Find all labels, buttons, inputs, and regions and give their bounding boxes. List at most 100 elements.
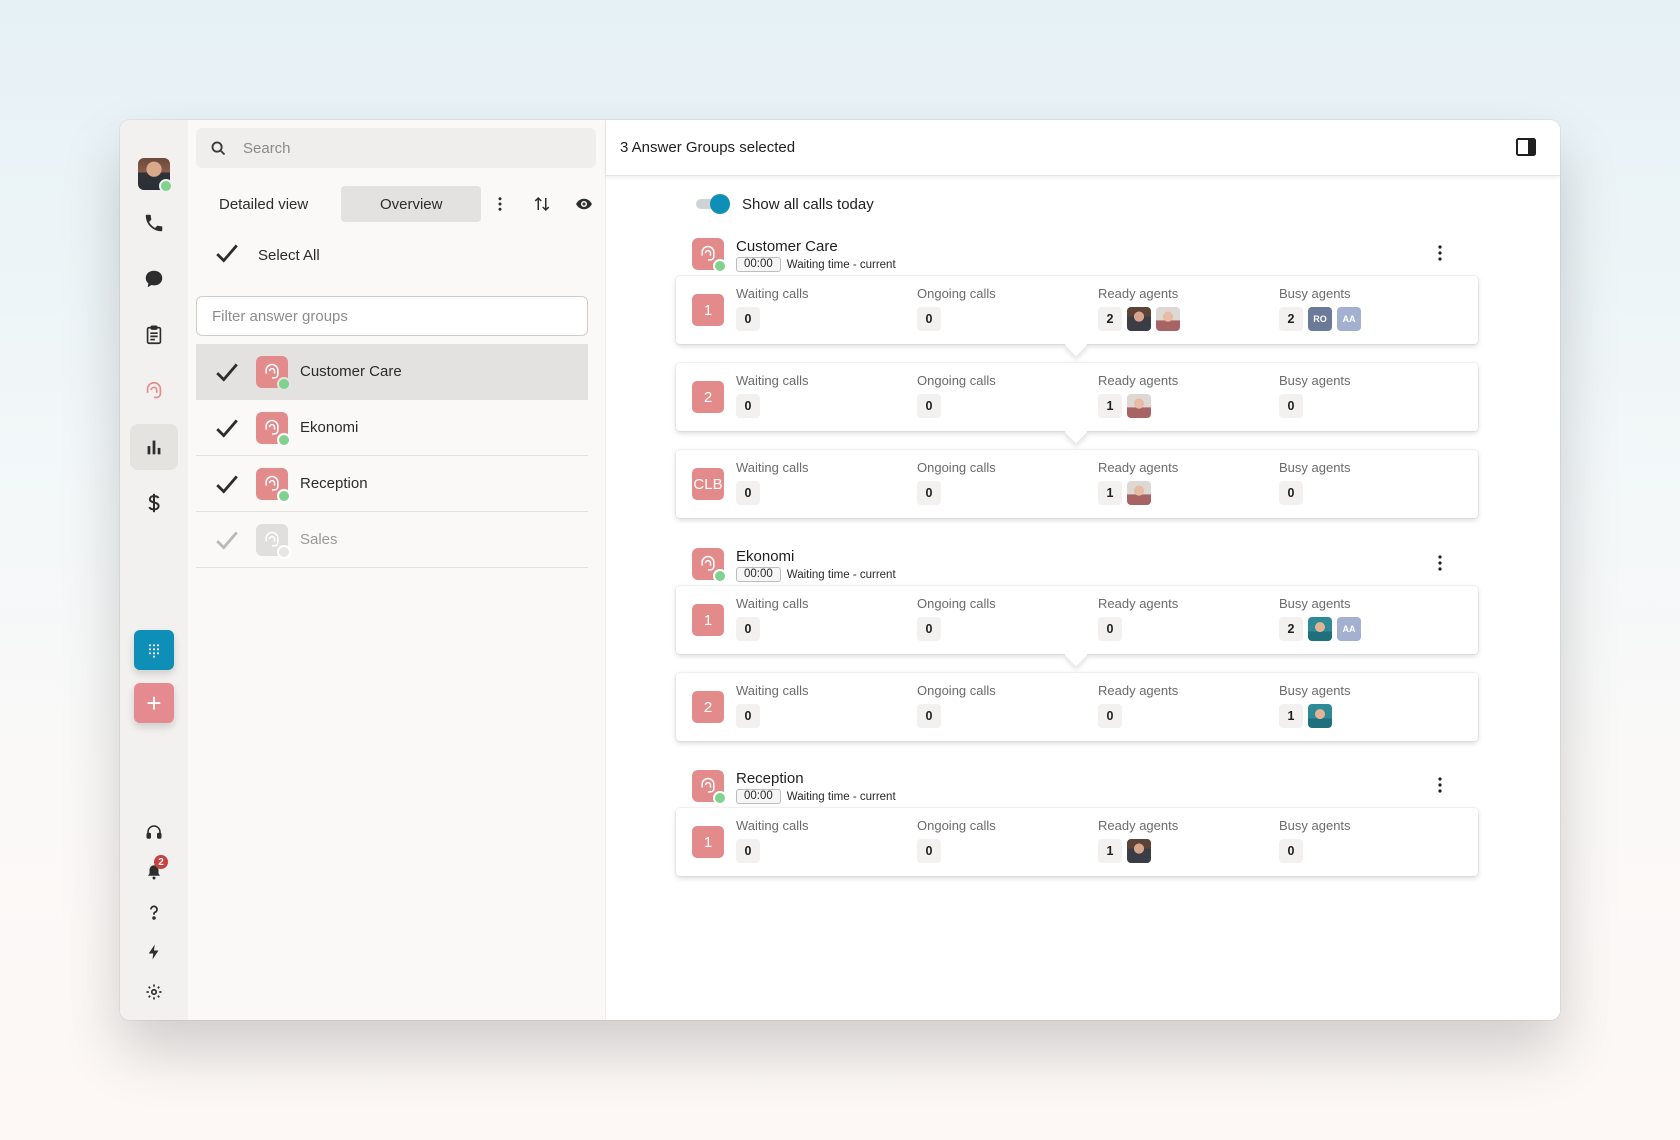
queue-level-card[interactable]: 2 Waiting calls 0 Ongoing calls 0 Ready ag…: [676, 673, 1478, 741]
ready-agents-stat: Ready agents 0: [1098, 596, 1178, 641]
ongoing-calls-stat: Ongoing calls 0: [917, 373, 996, 418]
answer-group-ekonomi: Ekonomi 00:00 Waiting time - current 1 Wa…: [676, 540, 1478, 760]
search-icon: [211, 141, 226, 155]
more-options-icon[interactable]: [1432, 244, 1448, 262]
dollar-icon[interactable]: [130, 480, 178, 526]
tab-overview[interactable]: Overview: [341, 186, 482, 222]
agent-avatar[interactable]: [1127, 839, 1151, 863]
answer-group-icon: [256, 467, 291, 503]
notification-badge: 2: [154, 855, 168, 869]
agent-avatar[interactable]: [1308, 704, 1332, 728]
stat-value: 2: [1279, 617, 1303, 641]
waiting-time-label: Waiting time - current: [786, 568, 896, 581]
stat-value: 1: [1098, 839, 1122, 863]
agent-avatar[interactable]: RO: [1308, 307, 1332, 331]
headset-icon[interactable]: [142, 820, 166, 844]
dialpad-button[interactable]: [134, 630, 174, 670]
toggle-label: Show all calls today: [742, 195, 874, 213]
busy-agents-stat: Busy agents 0: [1279, 373, 1351, 418]
queue-level-card[interactable]: CLB Waiting calls 0 Ongoing calls 0 Ready …: [676, 450, 1478, 518]
more-options-icon[interactable]: [490, 194, 510, 214]
ongoing-calls-stat: Ongoing calls 0: [917, 460, 996, 505]
search-placeholder: Search: [243, 139, 291, 157]
waiting-calls-stat: Waiting calls 0: [736, 818, 808, 863]
checkmark-icon[interactable]: [214, 359, 240, 385]
busy-agents-stat: Busy agents 2 AA: [1279, 596, 1361, 641]
stat-label: Waiting calls: [736, 818, 809, 833]
checkmark-icon[interactable]: [214, 415, 240, 441]
agent-avatar[interactable]: [1308, 617, 1332, 641]
list-item-reception[interactable]: Reception: [196, 456, 588, 512]
ready-agents-stat: Ready agents 2: [1098, 286, 1180, 331]
agent-avatar[interactable]: AA: [1337, 307, 1361, 331]
chat-icon[interactable]: [130, 256, 178, 302]
queue-level-card[interactable]: 1 Waiting calls 0 Ongoing calls 0 Ready ag…: [676, 808, 1478, 876]
stat-label: Ready agents: [1098, 373, 1179, 388]
toggle-panel-icon[interactable]: [1516, 138, 1536, 156]
chart-icon[interactable]: [130, 424, 178, 470]
answer-group-customer-care: Customer Care 00:00 Waiting time - curren…: [676, 230, 1478, 537]
stat-label: Waiting calls: [736, 373, 809, 388]
more-options-icon[interactable]: [1432, 776, 1448, 794]
agent-avatar[interactable]: [1127, 481, 1151, 505]
waiting-time-value: 00:00: [736, 257, 781, 272]
agent-avatar[interactable]: [1127, 307, 1151, 331]
agent-avatar[interactable]: [1156, 307, 1180, 331]
gear-icon[interactable]: [142, 980, 166, 1004]
answer-group-icon: [256, 523, 291, 559]
stat-value: 0: [1098, 704, 1122, 728]
lightning-icon[interactable]: [142, 940, 166, 964]
stat-value: 0: [917, 307, 941, 331]
list-item-sales[interactable]: Sales: [196, 512, 588, 568]
answer-group-icon[interactable]: [130, 368, 178, 414]
clipboard-icon[interactable]: [130, 312, 178, 358]
stat-label: Busy agents: [1279, 460, 1351, 475]
level-label: CLB: [692, 468, 724, 500]
stat-value: 0: [917, 704, 941, 728]
checkmark-icon[interactable]: [214, 527, 240, 553]
waiting-time: 00:00 Waiting time - current: [736, 789, 896, 804]
queue-level-card[interactable]: 1 Waiting calls 0 Ongoing calls 0 Ready ag…: [676, 276, 1478, 344]
agent-avatar[interactable]: AA: [1337, 617, 1361, 641]
eye-icon[interactable]: [574, 194, 594, 214]
ongoing-calls-stat: Ongoing calls 0: [917, 818, 996, 863]
waiting-calls-stat: Waiting calls 0: [736, 286, 808, 331]
group-name: Ekonomi: [300, 419, 359, 436]
waiting-time-label: Waiting time - current: [786, 790, 896, 803]
answer-group-name: Reception: [736, 770, 804, 787]
app-window: + 2 Search Detailed view Overview Select…: [120, 120, 1560, 1020]
group-name: Reception: [300, 475, 368, 492]
agent-avatar[interactable]: [1127, 394, 1151, 418]
help-icon[interactable]: [142, 900, 166, 924]
queue-level-card[interactable]: 1 Waiting calls 0 Ongoing calls 0 Ready ag…: [676, 586, 1478, 654]
stat-value: 0: [1279, 394, 1303, 418]
queue-level-card[interactable]: 2 Waiting calls 0 Ongoing calls 0 Ready ag…: [676, 363, 1478, 431]
stat-label: Ready agents: [1098, 818, 1179, 833]
stat-value: 2: [1279, 307, 1303, 331]
stat-value: 0: [736, 704, 760, 728]
stat-value: 0: [736, 839, 760, 863]
select-all-label: Select All: [258, 246, 320, 264]
left-rail: + 2: [120, 120, 188, 1020]
list-item-ekonomi[interactable]: Ekonomi: [196, 400, 588, 456]
ready-agents-stat: Ready agents 1: [1098, 373, 1178, 418]
stat-value: 0: [917, 481, 941, 505]
checkmark-icon[interactable]: [214, 471, 240, 497]
add-button[interactable]: +: [134, 683, 174, 723]
stat-label: Busy agents: [1279, 818, 1351, 833]
user-avatar[interactable]: [138, 158, 173, 193]
sort-icon[interactable]: [532, 194, 552, 214]
page-title: 3 Answer Groups selected: [620, 139, 796, 156]
answer-group-icon: [692, 770, 727, 805]
stat-label: Ready agents: [1098, 596, 1179, 611]
show-all-calls-toggle[interactable]: [696, 194, 730, 214]
more-options-icon[interactable]: [1432, 554, 1448, 572]
search-input[interactable]: Search: [196, 128, 596, 168]
select-all-row[interactable]: Select All: [214, 240, 320, 270]
list-item-customer-care[interactable]: Customer Care: [196, 344, 588, 400]
tab-detailed-view[interactable]: Detailed view: [196, 186, 331, 222]
stat-value: 0: [736, 394, 760, 418]
checkmark-icon: [214, 240, 240, 270]
phone-icon[interactable]: [130, 200, 178, 246]
filter-answer-groups-input[interactable]: Filter answer groups: [196, 296, 588, 336]
